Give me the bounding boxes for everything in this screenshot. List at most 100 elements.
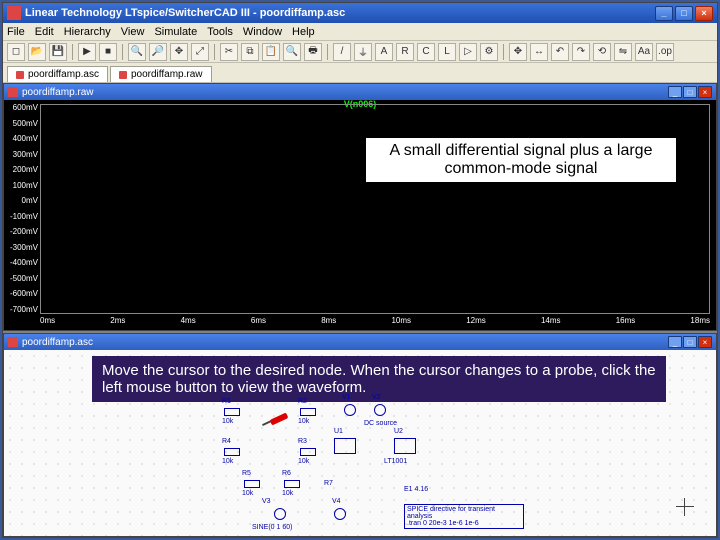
y-tick: -200mV: [4, 228, 38, 236]
pan-icon[interactable]: ✥: [170, 43, 188, 61]
probe-cursor-icon[interactable]: [262, 414, 292, 428]
print-icon[interactable]: 🖶: [304, 43, 322, 61]
component-u1[interactable]: [334, 438, 356, 454]
mirror-icon[interactable]: ⇋: [614, 43, 632, 61]
menu-tools[interactable]: Tools: [207, 26, 233, 38]
x-tick: 18ms: [690, 316, 710, 328]
open-icon[interactable]: 📂: [28, 43, 46, 61]
x-tick: 14ms: [541, 316, 561, 328]
child-maximize-button[interactable]: □: [683, 336, 697, 348]
menu-simulate[interactable]: Simulate: [154, 26, 197, 38]
component-icon[interactable]: ⚙: [480, 43, 498, 61]
component-r3[interactable]: [300, 448, 316, 456]
schematic-window: poordiffamp.asc _ □ × Move the cursor to…: [3, 333, 717, 537]
child-maximize-button[interactable]: □: [683, 86, 697, 98]
redo-icon[interactable]: ↷: [572, 43, 590, 61]
fit-icon[interactable]: ⤢: [191, 43, 209, 61]
label-model: LT1001: [384, 458, 407, 465]
spice-directive-note[interactable]: SPICE directive for transient analysis .…: [404, 504, 524, 529]
label-r7: R7: [324, 480, 333, 487]
schematic-file-icon: [8, 337, 18, 347]
y-tick: 0mV: [4, 197, 38, 205]
y-tick: 600mV: [4, 104, 38, 112]
main-window: Linear Technology LTspice/SwitcherCAD II…: [2, 2, 718, 538]
rotate-icon[interactable]: ⟲: [593, 43, 611, 61]
cut-icon[interactable]: ✂: [220, 43, 238, 61]
new-icon[interactable]: ◻: [7, 43, 25, 61]
zoom-out-icon[interactable]: 🔎: [149, 43, 167, 61]
plot-frame: [40, 104, 710, 314]
undo-icon[interactable]: ↶: [551, 43, 569, 61]
component-u2[interactable]: [394, 438, 416, 454]
value-r3: 10k: [298, 458, 309, 465]
close-button[interactable]: ×: [695, 6, 713, 21]
sep: [72, 44, 73, 60]
x-tick: 12ms: [466, 316, 486, 328]
tab-label: poordiffamp.raw: [131, 69, 203, 80]
y-tick: -600mV: [4, 290, 38, 298]
schematic-canvas[interactable]: Move the cursor to the desired node. Whe…: [4, 350, 716, 536]
cap-icon[interactable]: C: [417, 43, 435, 61]
stop-icon[interactable]: ■: [99, 43, 117, 61]
menu-window[interactable]: Window: [243, 26, 282, 38]
maximize-button[interactable]: □: [675, 6, 693, 21]
child-minimize-button[interactable]: _: [668, 86, 682, 98]
diode-icon[interactable]: ▷: [459, 43, 477, 61]
paste-icon[interactable]: 📋: [262, 43, 280, 61]
menu-file[interactable]: File: [7, 26, 25, 38]
spice-icon[interactable]: .op: [656, 43, 674, 61]
x-tick: 6ms: [251, 316, 266, 328]
menu-help[interactable]: Help: [292, 26, 315, 38]
text-icon[interactable]: Aa: [635, 43, 653, 61]
run-icon[interactable]: ▶: [78, 43, 96, 61]
component-r6[interactable]: [284, 480, 300, 488]
tab-schematic[interactable]: poordiffamp.asc: [7, 66, 108, 82]
component-r1[interactable]: [224, 408, 240, 416]
sep: [327, 44, 328, 60]
component-v3[interactable]: [274, 508, 286, 520]
child-close-button[interactable]: ×: [698, 336, 712, 348]
component-v2[interactable]: [374, 404, 386, 416]
sep: [122, 44, 123, 60]
plot-annotation: A small differential signal plus a large…: [366, 138, 676, 182]
plot-area[interactable]: V(n006) 600mV 500mV 400mV 300mV 200mV 10…: [4, 100, 716, 330]
crosshair-cursor-icon: [676, 498, 694, 516]
minimize-button[interactable]: _: [655, 6, 673, 21]
component-v1[interactable]: [344, 404, 356, 416]
component-r5[interactable]: [244, 480, 260, 488]
menu-bar: File Edit Hierarchy View Simulate Tools …: [3, 23, 717, 41]
ground-icon[interactable]: ⏚: [354, 43, 372, 61]
wire-icon[interactable]: /: [333, 43, 351, 61]
x-axis[interactable]: 0ms 2ms 4ms 6ms 8ms 10ms 12ms 14ms 16ms …: [40, 316, 710, 328]
y-tick: 400mV: [4, 135, 38, 143]
tab-label: poordiffamp.asc: [28, 69, 99, 80]
label-e1: E1 4.16: [404, 486, 428, 493]
component-r4[interactable]: [224, 448, 240, 456]
x-tick: 16ms: [616, 316, 636, 328]
menu-edit[interactable]: Edit: [35, 26, 54, 38]
resistor-icon[interactable]: R: [396, 43, 414, 61]
waveform-title-bar: poordiffamp.raw _ □ ×: [4, 84, 716, 100]
child-close-button[interactable]: ×: [698, 86, 712, 98]
save-icon[interactable]: 💾: [49, 43, 67, 61]
y-tick: -500mV: [4, 275, 38, 283]
waveform-file-icon: [8, 87, 18, 97]
find-icon[interactable]: 🔍: [283, 43, 301, 61]
spice-note-2: .tran 0 20e-3 1e-6 1e-6: [407, 520, 521, 527]
schematic-file-icon: [16, 71, 24, 79]
ind-icon[interactable]: L: [438, 43, 456, 61]
move-icon[interactable]: ✥: [509, 43, 527, 61]
copy-icon[interactable]: ⧉: [241, 43, 259, 61]
zoom-in-icon[interactable]: 🔍: [128, 43, 146, 61]
value-r4: 10k: [222, 458, 233, 465]
child-minimize-button[interactable]: _: [668, 336, 682, 348]
tab-waveform[interactable]: poordiffamp.raw: [110, 66, 212, 82]
label-icon[interactable]: A: [375, 43, 393, 61]
y-axis[interactable]: 600mV 500mV 400mV 300mV 200mV 100mV 0mV …: [4, 104, 40, 314]
menu-hierarchy[interactable]: Hierarchy: [64, 26, 111, 38]
value-r5: 10k: [242, 490, 253, 497]
component-v4[interactable]: [334, 508, 346, 520]
drag-icon[interactable]: ↔: [530, 43, 548, 61]
component-r2[interactable]: [300, 408, 316, 416]
menu-view[interactable]: View: [121, 26, 145, 38]
